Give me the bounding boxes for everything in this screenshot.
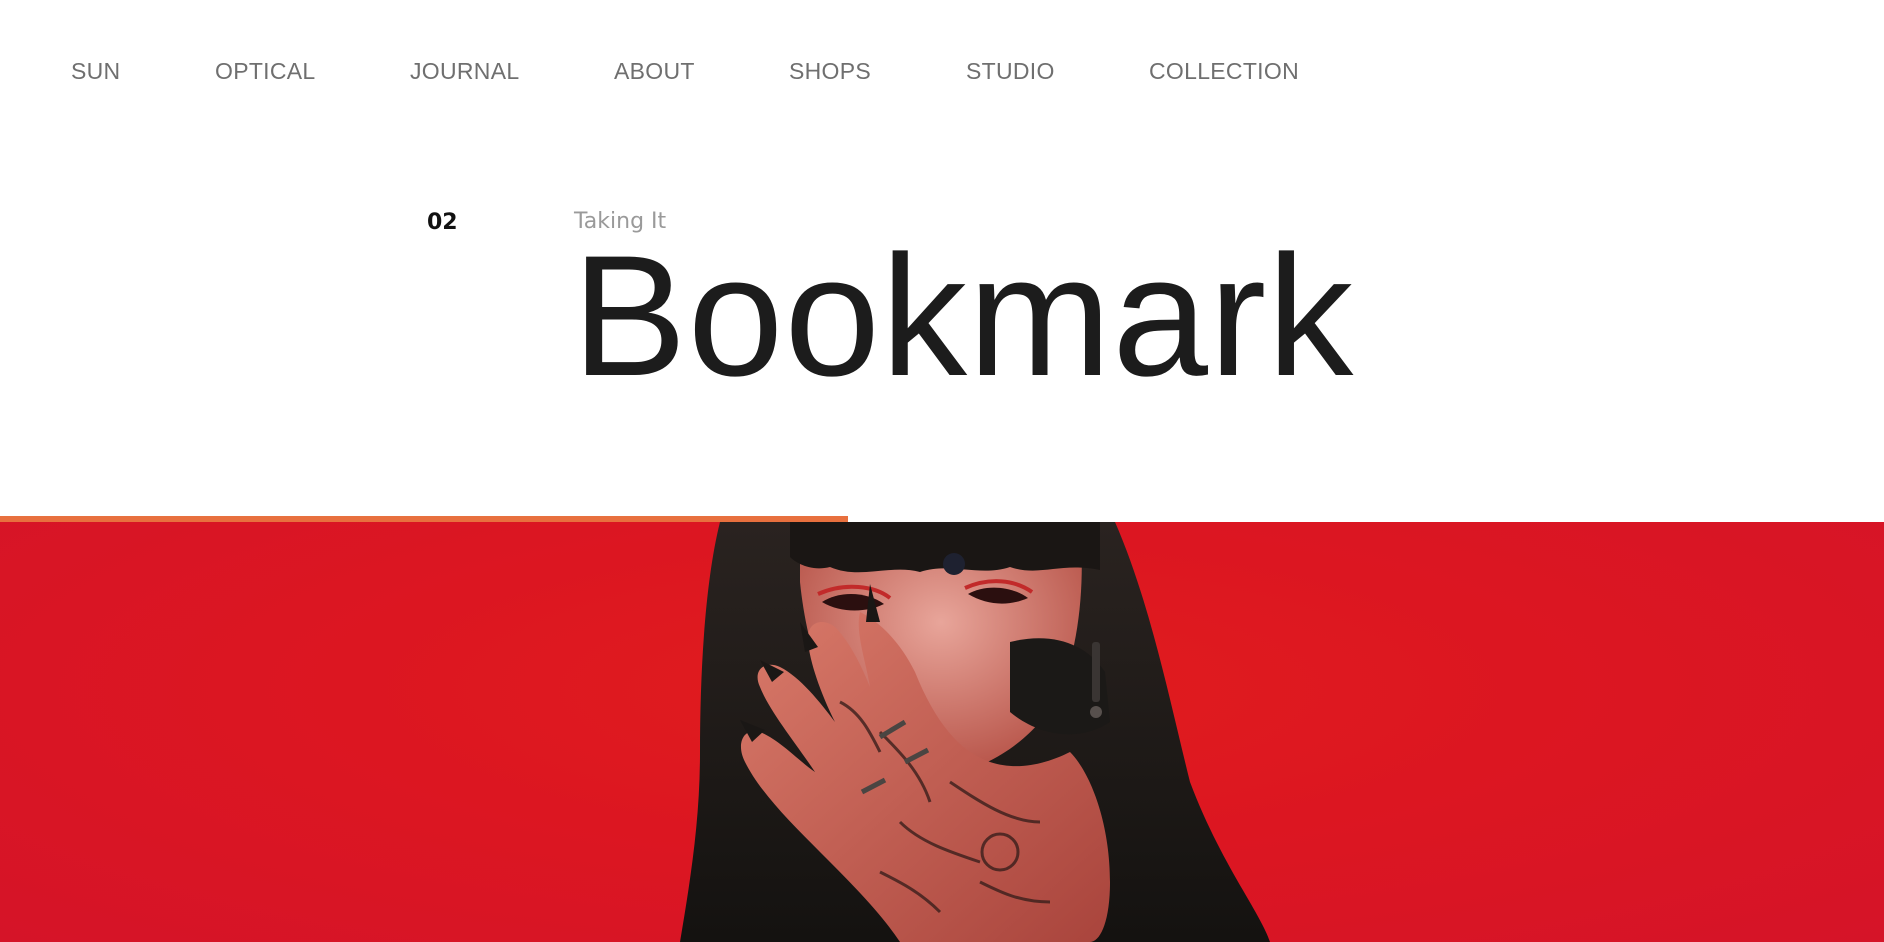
hero-illustration [680, 522, 1270, 942]
nav-item-shops[interactable]: SHOPS [789, 58, 871, 85]
nav-item-optical[interactable]: OPTICAL [215, 58, 316, 85]
hero-image [0, 522, 1884, 942]
nav-item-collection[interactable]: COLLECTION [1149, 58, 1299, 85]
main-navigation: SUN OPTICAL JOURNAL ABOUT SHOPS STUDIO C… [0, 0, 1884, 140]
cursor-dot [943, 553, 965, 575]
article-title: Bookmark [572, 220, 1355, 412]
nav-item-about[interactable]: ABOUT [614, 58, 695, 85]
nav-item-studio[interactable]: STUDIO [966, 58, 1055, 85]
nav-item-sun[interactable]: SUN [71, 58, 120, 85]
article-number: 02 [427, 210, 458, 235]
nav-item-journal[interactable]: JOURNAL [410, 58, 519, 85]
